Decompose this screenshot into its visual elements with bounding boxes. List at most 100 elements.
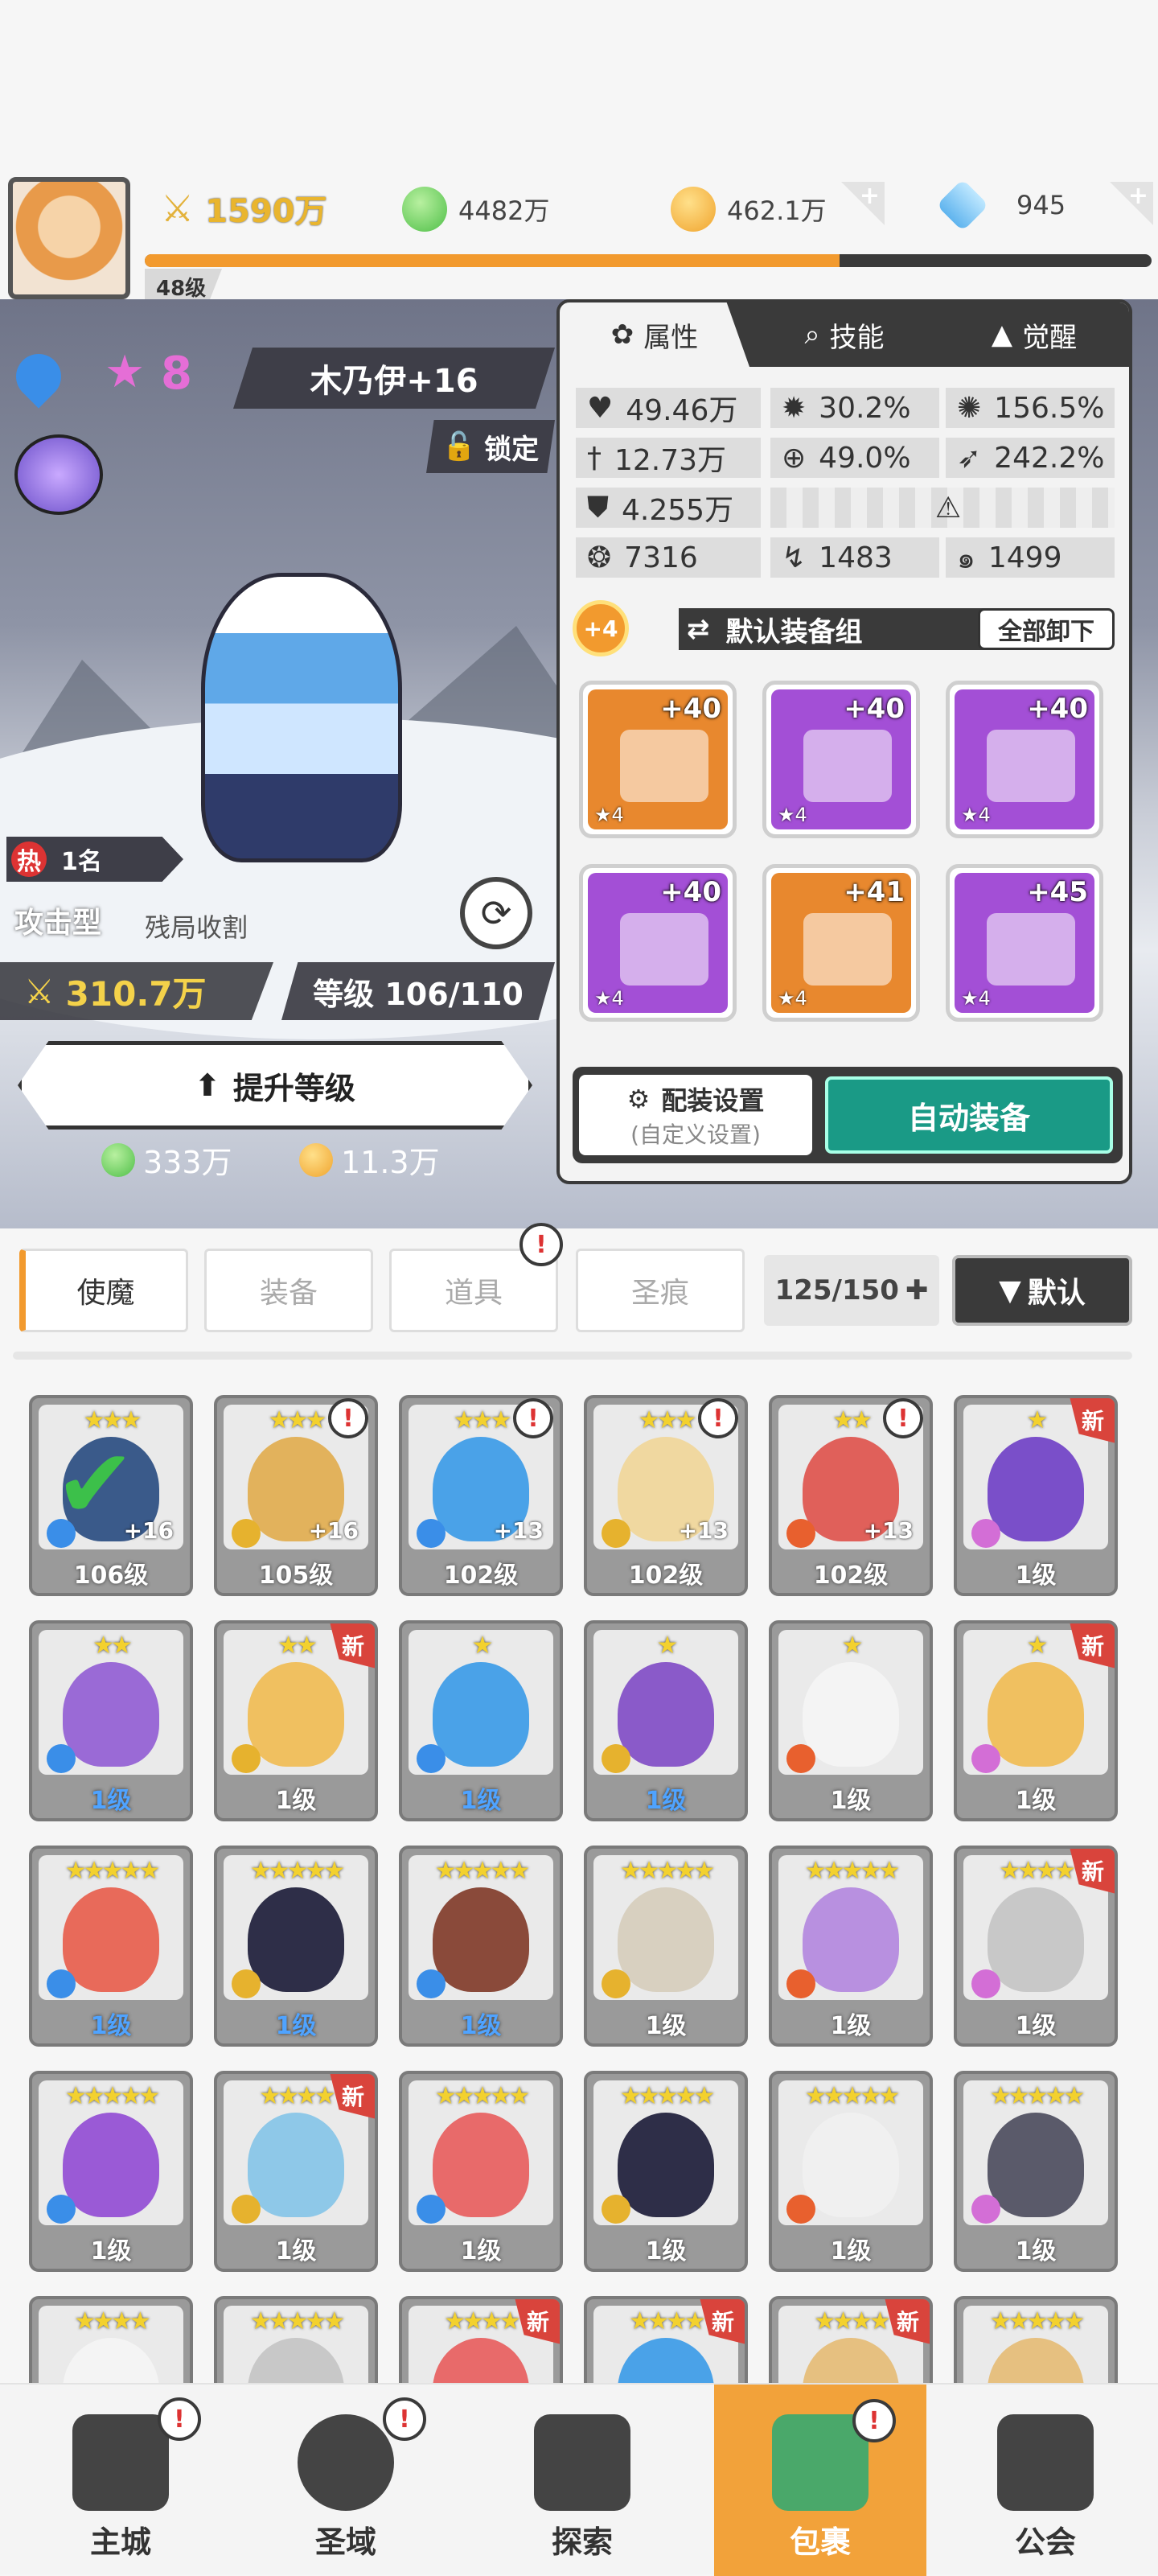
star-icon: ★ — [105, 346, 146, 398]
sort-button[interactable]: ▼ 默认 — [952, 1255, 1132, 1326]
pet-portrait: ★★★★★ — [593, 2080, 738, 2225]
pet-card[interactable]: ★★ +13 102级! — [769, 1395, 933, 1596]
pet-card[interactable]: ★★★★ 新 — [399, 2296, 563, 2383]
pet-level: 1级 — [1015, 1562, 1057, 1590]
upgrade-level-button[interactable]: ⬆ 提升等级 — [18, 1041, 532, 1130]
add-gem-button[interactable]: + — [1110, 182, 1153, 225]
equipment-slot[interactable]: +40 ★4 — [579, 864, 737, 1022]
pet-card[interactable]: ★★★★ 1级新 — [214, 2071, 378, 2272]
xp-bar-fill — [145, 254, 840, 267]
pet-card[interactable]: ★★★ +13 102级! — [584, 1395, 748, 1596]
pet-card[interactable]: ★★★★★ 1级 — [769, 1846, 933, 2047]
pet-card[interactable]: ★★ 1级 — [29, 1620, 193, 1821]
wizard-hat-icon[interactable] — [14, 434, 103, 515]
pet-card[interactable]: ★★★★★ 1级 — [29, 2071, 193, 2272]
pet-stars: ★★★ — [83, 1406, 142, 1434]
pet-card[interactable]: ★★★★★ — [954, 2296, 1118, 2383]
pet-stars: ★★★★★ — [619, 2082, 715, 2110]
nav-explore-label: 探索 — [551, 2525, 613, 2560]
equipment-art — [620, 913, 708, 986]
element-icon — [786, 1969, 815, 1998]
pet-card[interactable]: ★★★★★ 1级 — [584, 2071, 748, 2272]
pet-card[interactable]: ★★★★★ 1级 — [214, 1846, 378, 2047]
tab-attributes[interactable]: ✿ 属性 — [560, 302, 749, 367]
cost-green-value: 333万 — [143, 1145, 232, 1180]
swap-hero-icon[interactable]: ⟳ — [460, 877, 532, 949]
nav-guild-label: 公会 — [1014, 2525, 1076, 2560]
nav-explore[interactable]: 探索 — [486, 2385, 679, 2576]
pet-portrait: ★★★★★ — [778, 2080, 923, 2225]
nav-guild[interactable]: 公会 — [949, 2385, 1142, 2576]
equipment-slot[interactable]: +41 ★4 — [762, 864, 920, 1022]
pet-level: 105级 — [258, 1562, 334, 1590]
hero-power: ⚔ 310.7万 — [0, 962, 273, 1020]
filter-tab-stigmata[interactable]: 圣痕 — [576, 1249, 745, 1332]
lock-button[interactable]: 🔓 锁定 — [426, 420, 555, 473]
pet-card[interactable]: ★ 1级新 — [954, 1620, 1118, 1821]
hot-label: 热 — [11, 842, 47, 877]
player-avatar[interactable] — [8, 177, 130, 299]
pet-plus: +16 — [308, 1517, 359, 1544]
pet-figure — [803, 1662, 899, 1767]
pet-card[interactable]: ★★ 1级新 — [214, 1620, 378, 1821]
pet-level: 1级 — [460, 2237, 502, 2265]
equipment-slot[interactable]: +40 ★4 — [579, 681, 737, 838]
add-gold-button[interactable]: + — [841, 182, 885, 225]
pet-card[interactable]: ★★★★ 新 — [584, 2296, 748, 2383]
auto-equip-button[interactable]: 自动装备 — [825, 1076, 1113, 1154]
pet-plus: +13 — [863, 1517, 914, 1544]
pet-card[interactable]: ★★★★★ 1级 — [954, 2071, 1118, 2272]
pet-card[interactable]: ★★★ +16 105级! — [214, 1395, 378, 1596]
pet-card[interactable]: ★★★★★ 1级 — [399, 2071, 563, 2272]
element-icon — [971, 2195, 1000, 2224]
equipment-slot[interactable]: +45 ★4 — [946, 864, 1103, 1022]
equipment-plus: +40 — [660, 693, 721, 725]
gold-coin-icon — [299, 1142, 333, 1177]
spiral-icon: ๑ — [957, 541, 975, 575]
pet-card[interactable]: ★★★★ 新 — [769, 2296, 933, 2383]
pet-card[interactable]: ★★★ +13 102级! — [399, 1395, 563, 1596]
pet-card[interactable]: ✔ ★★★ +16 106级 — [29, 1395, 193, 1596]
pet-card[interactable]: ★★★★ — [29, 2296, 193, 2383]
hero-type: 攻击型 — [14, 907, 102, 940]
config-settings-button[interactable]: ⚙ 配装设置 (自定义设置) — [579, 1075, 812, 1155]
pet-card[interactable]: ★★★★★ — [214, 2296, 378, 2383]
pet-card[interactable]: ★★★★★ 1级 — [769, 2071, 933, 2272]
pet-card[interactable]: ★★★★★ 1级 — [399, 1846, 563, 2047]
pet-card[interactable]: ★ 1级 — [399, 1620, 563, 1821]
filter-tab-equipment[interactable]: 装备 — [204, 1249, 373, 1332]
filter-tab-pets[interactable]: 使魔 — [19, 1249, 188, 1332]
pet-stars: ★★★★★ — [249, 1857, 345, 1885]
unequip-all-button[interactable]: 全部卸下 — [978, 608, 1115, 650]
pet-card[interactable]: ★ 1级 — [769, 1620, 933, 1821]
equipment-slot[interactable]: +40 ★4 — [762, 681, 920, 838]
pet-card[interactable]: ★★★★★ 1级 — [584, 1846, 748, 2047]
pet-card[interactable]: ★ 1级 — [584, 1620, 748, 1821]
tab-awaken[interactable]: ▲ 觉醒 — [939, 302, 1129, 367]
pet-level: 1级 — [90, 1787, 132, 1815]
equipment-slot[interactable]: +40 ★4 — [946, 681, 1103, 838]
alert-icon: ! — [519, 1223, 563, 1266]
pet-portrait: ★★★★★ — [963, 2080, 1108, 2225]
alert-icon: ! — [383, 2397, 426, 2441]
stat-crit-dmg: ✺ 156.5% — [946, 388, 1115, 428]
pet-figure — [248, 1887, 344, 1992]
vortex-icon — [298, 2414, 394, 2511]
pet-level: 1级 — [275, 2237, 317, 2265]
castle-icon — [72, 2414, 169, 2511]
tab-skills[interactable]: ⌕ 技能 — [749, 302, 939, 367]
guild-helmet-icon — [997, 2414, 1094, 2511]
pet-card[interactable]: ★ 1级新 — [954, 1395, 1118, 1596]
pet-level: 1级 — [275, 1787, 317, 1815]
pet-figure — [988, 1437, 1084, 1541]
pet-stars: ★ — [656, 1632, 679, 1660]
stat-hit-value: 49.0% — [819, 441, 911, 475]
pet-portrait: ✔ ★★★ +16 — [39, 1405, 183, 1549]
pet-card[interactable]: ★★★★ 1级新 — [954, 1846, 1118, 2047]
plus-icon[interactable]: ✚ — [905, 1274, 929, 1307]
config-sublabel: (自定义设置) — [630, 1121, 761, 1148]
shield-icon: ⛊ — [587, 491, 610, 524]
equip-set-selector[interactable]: ⇄ 默认装备组 — [679, 608, 1016, 650]
pet-card[interactable]: ★★★★★ 1级 — [29, 1846, 193, 2047]
pet-portrait: ★★★★★ — [39, 1855, 183, 2000]
